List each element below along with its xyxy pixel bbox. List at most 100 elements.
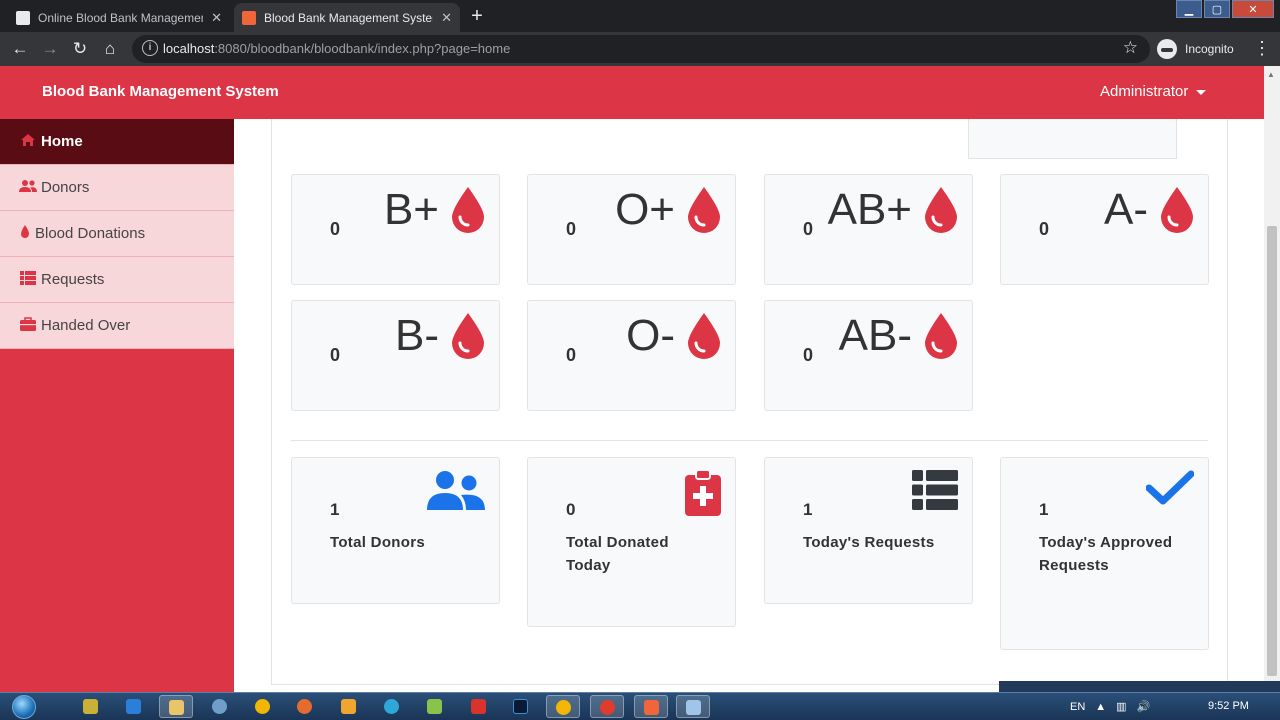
close-tab-icon[interactable]: ✕ [441, 10, 452, 26]
sidebar-item-blood-donations[interactable]: Blood Donations [0, 211, 234, 257]
taskbar-app[interactable] [117, 695, 151, 718]
blood-drop-icon [687, 313, 721, 364]
stat-label: Total Donated Today [566, 534, 669, 574]
taskbar-clock[interactable]: 9:52 PM [1208, 700, 1249, 712]
xampp-icon [644, 700, 659, 715]
sidebar: Home Donors Blood Donations Requests Han… [0, 119, 234, 692]
volume-icon[interactable]: 🔊 [1137, 700, 1151, 713]
card-remnant [968, 119, 1177, 159]
users-icon [427, 470, 485, 517]
sidebar-item-donors[interactable]: Donors [0, 165, 234, 211]
incognito-badge[interactable]: Incognito [1157, 38, 1234, 60]
app-icon [471, 699, 486, 714]
taskbar-app[interactable] [546, 695, 580, 718]
window-controls: ▁ ▢ ✕ [1174, 0, 1274, 18]
stat-card-total-donors: 1 Total Donors [291, 457, 500, 604]
blood-group-count: 0 [566, 345, 577, 365]
taskbar-app[interactable] [246, 695, 280, 718]
tab-title: Blood Bank Management System [264, 10, 434, 25]
blood-group-count: 0 [330, 345, 341, 365]
network-icon[interactable]: ▥ [1116, 700, 1126, 713]
scroll-up-icon[interactable]: ▲ [1267, 70, 1275, 79]
taskbar-app[interactable] [288, 695, 322, 718]
maximize-button[interactable]: ▢ [1204, 0, 1230, 18]
taskbar-app[interactable] [676, 695, 710, 718]
sidebar-item-label: Donors [41, 179, 90, 196]
sidebar-item-requests[interactable]: Requests [0, 257, 234, 303]
system-tray: EN ▲ ▥ 🔊 [1070, 693, 1160, 720]
blood-group-card: 0 A- [1000, 174, 1209, 285]
taskbar-app[interactable] [590, 695, 624, 718]
incognito-label: Incognito [1185, 42, 1234, 56]
page-scrollbar[interactable]: ▲ [1264, 66, 1280, 692]
blood-group-count: 0 [803, 219, 814, 239]
caret-down-icon [1196, 89, 1207, 95]
start-button[interactable] [6, 693, 42, 720]
stat-label: Total Donors [330, 534, 425, 551]
taskbar-app[interactable] [332, 695, 366, 718]
chrome-icon [556, 700, 571, 715]
user-menu[interactable]: Administrator [1100, 83, 1207, 100]
incognito-icon [1157, 39, 1177, 59]
stat-card-todays-approved-requests: 1 Today's Approved Requests [1000, 457, 1209, 650]
app-icon [212, 699, 227, 714]
toolbox-icon [19, 317, 37, 334]
blood-group-card: 0 AB+ [764, 174, 973, 285]
close-tab-icon[interactable]: ✕ [211, 10, 222, 26]
clipboard-plus-icon [685, 469, 721, 521]
window-close-button[interactable]: ✕ [1232, 0, 1274, 18]
sidebar-item-label: Home [41, 133, 83, 150]
scrollbar-thumb[interactable] [1267, 226, 1277, 676]
taskbar-app[interactable] [418, 695, 452, 718]
favicon-icon [16, 10, 30, 25]
site-info-icon[interactable]: i [142, 40, 158, 56]
taskbar-app[interactable] [504, 695, 538, 718]
taskbar-app[interactable] [634, 695, 668, 718]
tray-expand-icon[interactable]: ▲ [1095, 701, 1106, 713]
language-indicator[interactable]: EN [1070, 701, 1085, 713]
stat-value: 1 [330, 500, 340, 519]
tab-title: Online Blood Bank Management [38, 10, 204, 25]
sidebar-item-label: Blood Donations [35, 225, 146, 242]
browser-tab-2[interactable]: Blood Bank Management System ✕ [234, 3, 460, 32]
blood-drop-icon [1160, 187, 1194, 238]
reload-icon[interactable]: ↻ [70, 39, 90, 59]
list-icon [19, 271, 37, 288]
blood-group-count: 0 [566, 219, 577, 239]
favicon-icon [242, 10, 256, 25]
taskbar-app[interactable] [375, 695, 409, 718]
app-brand[interactable]: Blood Bank Management System [42, 83, 279, 100]
taskbar-app[interactable] [74, 695, 108, 718]
taskbar-app[interactable] [203, 695, 237, 718]
user-menu-label: Administrator [1100, 83, 1189, 100]
stat-card-todays-requests: 1 Today's Requests [764, 457, 973, 604]
sidebar-item-label: Handed Over [41, 317, 131, 334]
browser-menu-icon[interactable]: ⋮ [1253, 39, 1271, 57]
blood-drop-icon [451, 313, 485, 364]
address-bar[interactable]: i localhost:8080/bloodbank/bloodbank/ind… [132, 35, 1150, 63]
blood-group-card: 0 O+ [527, 174, 736, 285]
back-icon[interactable]: ← [10, 39, 30, 59]
stat-value: 0 [566, 500, 576, 519]
stat-card-total-donated-today: 0 Total Donated Today [527, 457, 736, 627]
browser-tab-strip: Online Blood Bank Management ✕ Blood Ban… [0, 0, 1280, 32]
sidebar-item-home[interactable]: Home [0, 119, 234, 165]
app-icon [427, 699, 442, 714]
blood-group-count: 0 [330, 219, 341, 239]
forward-icon[interactable]: → [40, 39, 60, 59]
tint-icon [19, 225, 31, 242]
taskbar-app[interactable] [462, 695, 496, 718]
notepad-icon [686, 700, 701, 715]
bookmark-star-icon[interactable]: ☆ [1123, 38, 1138, 58]
stat-value: 1 [803, 500, 813, 519]
blood-group-card: 0 B+ [291, 174, 500, 285]
blood-group-count: 0 [1039, 219, 1050, 239]
sidebar-item-handed-over[interactable]: Handed Over [0, 303, 234, 349]
new-tab-button[interactable]: + [466, 6, 488, 28]
browser-tab-1[interactable]: Online Blood Bank Management ✕ [8, 3, 230, 32]
app-icon [83, 699, 98, 714]
blood-drop-icon [924, 187, 958, 238]
home-icon[interactable]: ⌂ [100, 39, 120, 59]
minimize-button[interactable]: ▁ [1176, 0, 1202, 18]
taskbar-app[interactable] [159, 695, 193, 718]
